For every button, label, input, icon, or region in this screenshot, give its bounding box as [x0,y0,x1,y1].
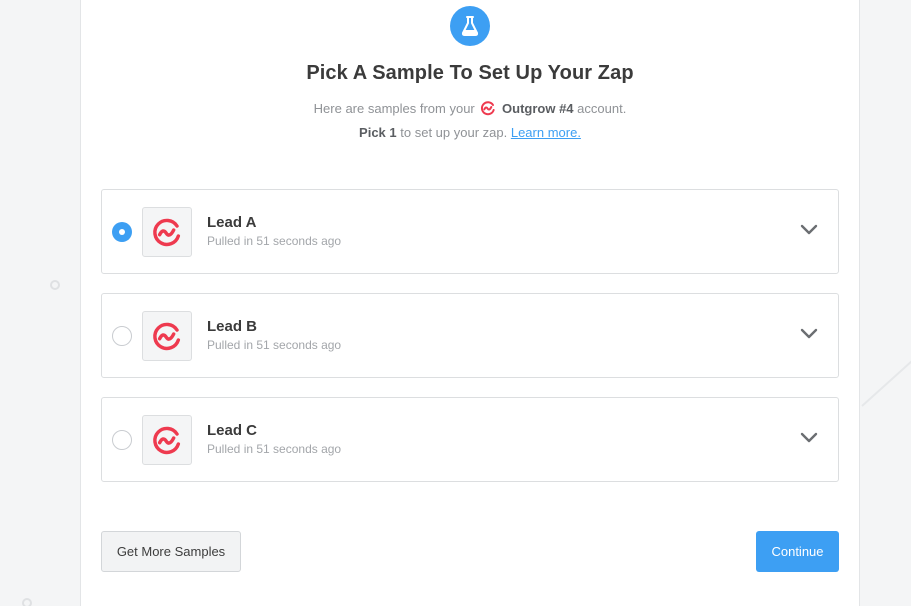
sample-radio[interactable] [112,430,132,450]
sample-picker-panel: Pick A Sample To Set Up Your Zap Here ar… [80,0,860,606]
flask-icon [450,6,490,46]
outgrow-app-icon [142,311,192,361]
subtitle-line-2: Pick 1 to set up your zap. Learn more. [81,122,859,143]
background-dot [50,280,60,290]
pick-suffix: to set up your zap. [400,125,508,140]
subtitle-line-1: Here are samples from your Outgrow #4 ac… [81,98,859,122]
outgrow-app-icon [142,415,192,465]
sample-pulled-time: Pulled in 51 seconds ago [207,442,342,456]
account-name: Outgrow #4 [502,101,574,116]
subtitle-prefix: Here are samples from your [313,101,475,116]
chevron-down-icon[interactable] [800,328,818,340]
sample-name: Lead A [207,214,257,231]
sample-radio[interactable] [112,326,132,346]
outgrow-app-icon [142,207,192,257]
learn-more-link[interactable]: Learn more. [511,125,581,140]
page-title: Pick A Sample To Set Up Your Zap [306,62,634,84]
get-more-samples-button[interactable]: Get More Samples [101,531,241,572]
sample-pulled-time: Pulled in 51 seconds ago [207,338,342,352]
pick-count: Pick 1 [359,125,397,140]
continue-button[interactable]: Continue [756,531,839,572]
sample-name: Lead C [207,422,258,439]
sample-radio[interactable] [112,222,132,242]
subtitle-suffix: account. [577,101,627,116]
sample-item-lead-a[interactable]: Lead A Pulled in 51 seconds ago [101,189,839,274]
background-dot [22,598,32,606]
outgrow-logo-icon [480,100,496,122]
sample-item-lead-c[interactable]: Lead C Pulled in 51 seconds ago [101,397,839,482]
sample-pulled-time: Pulled in 51 seconds ago [207,234,342,248]
chevron-down-icon[interactable] [800,224,818,236]
subtitle: Here are samples from your Outgrow #4 ac… [81,98,859,143]
sample-item-lead-b[interactable]: Lead B Pulled in 51 seconds ago [101,293,839,378]
background-line [861,358,911,407]
chevron-down-icon[interactable] [800,432,818,444]
sample-name: Lead B [207,318,258,335]
